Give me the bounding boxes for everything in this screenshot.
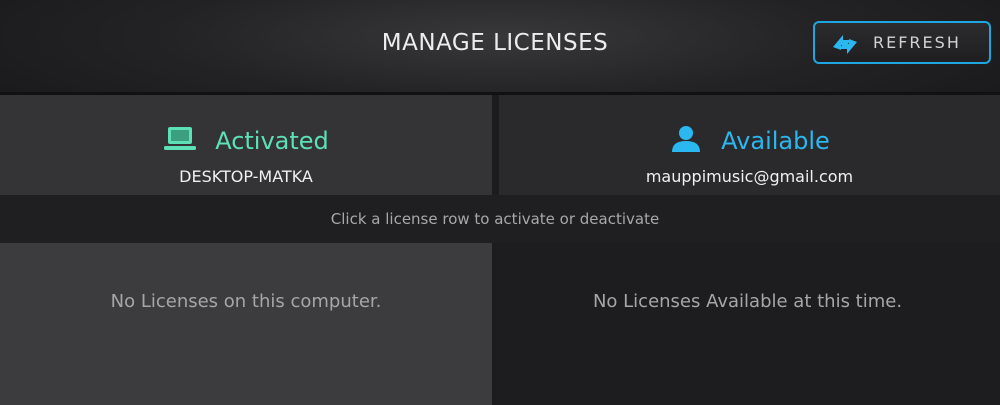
refresh-button[interactable]: REFRESH [813, 21, 991, 64]
computer-license-list[interactable]: No Licenses on this computer. [0, 243, 492, 405]
empty-computer-licenses: No Licenses on this computer. [110, 291, 382, 312]
refresh-arrows-icon [827, 29, 861, 57]
available-status: Available [721, 127, 830, 155]
available-license-list[interactable]: No Licenses Available at this time. [495, 243, 1000, 405]
available-panel: Available mauppimusic@gmail.com [499, 95, 1000, 195]
account-email: mauppimusic@gmail.com [645, 167, 854, 186]
hint-bar: Click a license row to activate or deact… [0, 195, 1000, 243]
empty-available-licenses: No Licenses Available at this time. [592, 291, 903, 312]
activated-status: Activated [215, 127, 329, 155]
laptop-icon [163, 125, 197, 157]
refresh-label: REFRESH [873, 33, 961, 52]
user-icon [669, 125, 703, 157]
computer-name: DESKTOP-MATKA [179, 167, 313, 186]
activated-panel: Activated DESKTOP-MATKA [0, 95, 492, 195]
hint-text: Click a license row to activate or deact… [330, 210, 660, 228]
header-bar: MANAGE LICENSES REFRESH [0, 0, 1000, 95]
